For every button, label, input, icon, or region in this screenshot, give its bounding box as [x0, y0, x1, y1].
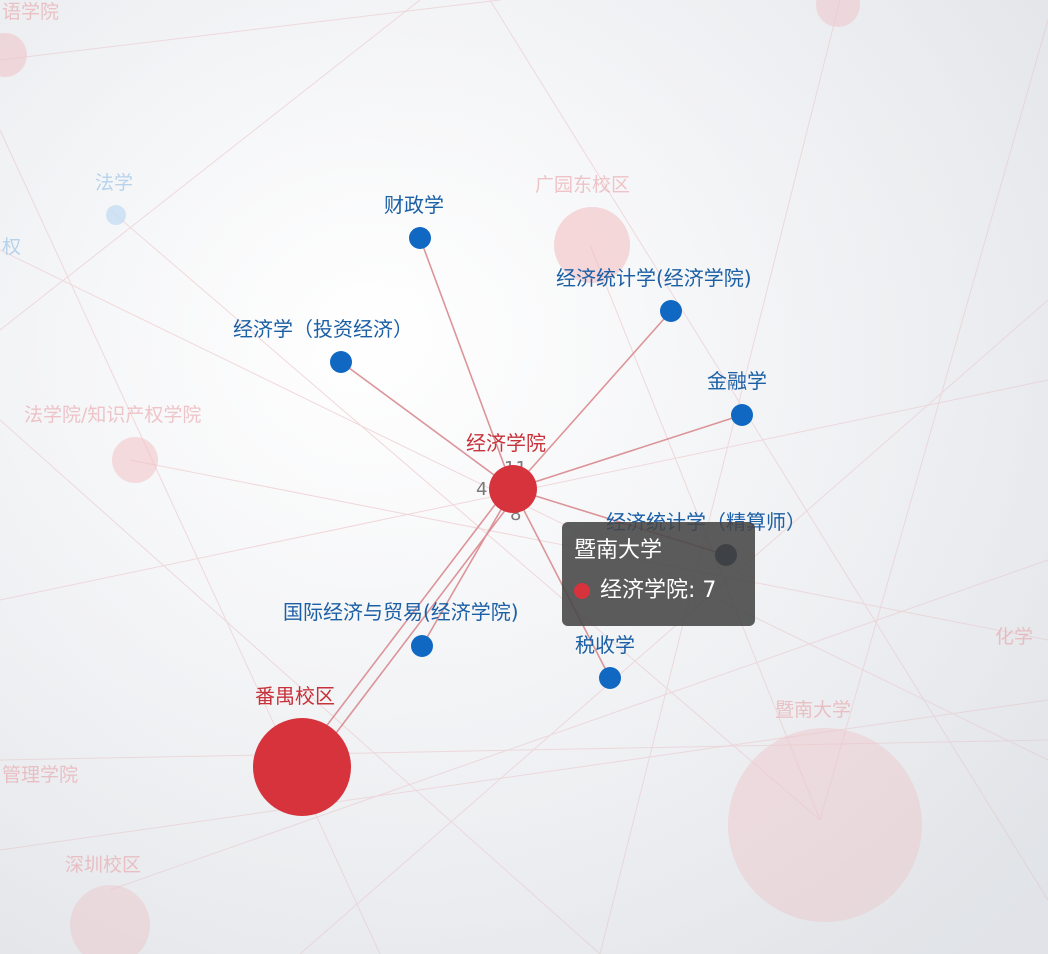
edge-label: 4	[476, 479, 487, 500]
edge-econ-panyu-b	[307, 491, 520, 771]
label-shuishou: 税收学	[575, 633, 635, 657]
faded-node[interactable]	[728, 728, 922, 922]
node-jinrong[interactable]	[731, 404, 753, 426]
faded-label: 权	[2, 236, 21, 258]
edge-econ-jinrong	[512, 414, 743, 490]
label-panyu: 番禺校区	[255, 684, 335, 708]
faded-label: 深圳校区	[65, 854, 141, 876]
node-tongji-econ[interactable]	[660, 300, 682, 322]
faded-node[interactable]	[816, 0, 860, 27]
focus-labels: 财政学 经济统计学(经济学院) 经济学（投资经济） 金融学 经济学院 经济统计学…	[233, 193, 806, 708]
node-panyu[interactable]	[253, 718, 351, 816]
faded-label: 暨南大学	[775, 699, 851, 721]
faded-node[interactable]	[106, 205, 126, 225]
faded-label: 化学	[995, 626, 1033, 648]
tooltip-entry: 经济学院: 7	[600, 578, 717, 603]
edge-econ-panyu-a	[295, 488, 508, 767]
node-econ-school[interactable]	[489, 465, 537, 513]
label-tongji-econ: 经济统计学(经济学院)	[556, 266, 752, 290]
node-caizheng[interactable]	[409, 227, 431, 249]
node-touzi[interactable]	[330, 351, 352, 373]
series-dot-icon	[574, 583, 590, 599]
faded-node[interactable]	[0, 33, 27, 77]
edge-econ-touzi	[340, 361, 514, 490]
label-econ-school: 经济学院	[466, 431, 546, 455]
label-touzi: 经济学（投资经济）	[233, 317, 413, 341]
faded-node[interactable]	[112, 437, 158, 483]
faded-label: 法学院/知识产权学院	[24, 404, 201, 426]
edge-econ-tongji	[512, 310, 672, 490]
background-nodes	[0, 0, 922, 954]
network-graph: 语学院 法学 权 广园东校区 法学院/知识产权学院 管理学院 深圳校区 暨南大学…	[0, 0, 1048, 954]
tooltip-row: 经济学院: 7	[574, 576, 743, 606]
node-guoji[interactable]	[411, 635, 433, 657]
label-jinrong: 金融学	[707, 369, 767, 393]
label-caizheng: 财政学	[384, 193, 444, 217]
faded-label: 管理学院	[2, 764, 78, 786]
hover-tooltip: 暨南大学 经济学院: 7	[562, 522, 755, 626]
faded-label: 语学院	[2, 1, 59, 23]
label-guoji: 国际经济与贸易(经济学院)	[283, 600, 519, 624]
faded-label: 广园东校区	[535, 174, 630, 196]
tooltip-title: 暨南大学	[574, 538, 663, 563]
node-shuishou[interactable]	[599, 667, 621, 689]
faded-node[interactable]	[70, 885, 150, 954]
faded-label: 法学	[95, 172, 133, 194]
